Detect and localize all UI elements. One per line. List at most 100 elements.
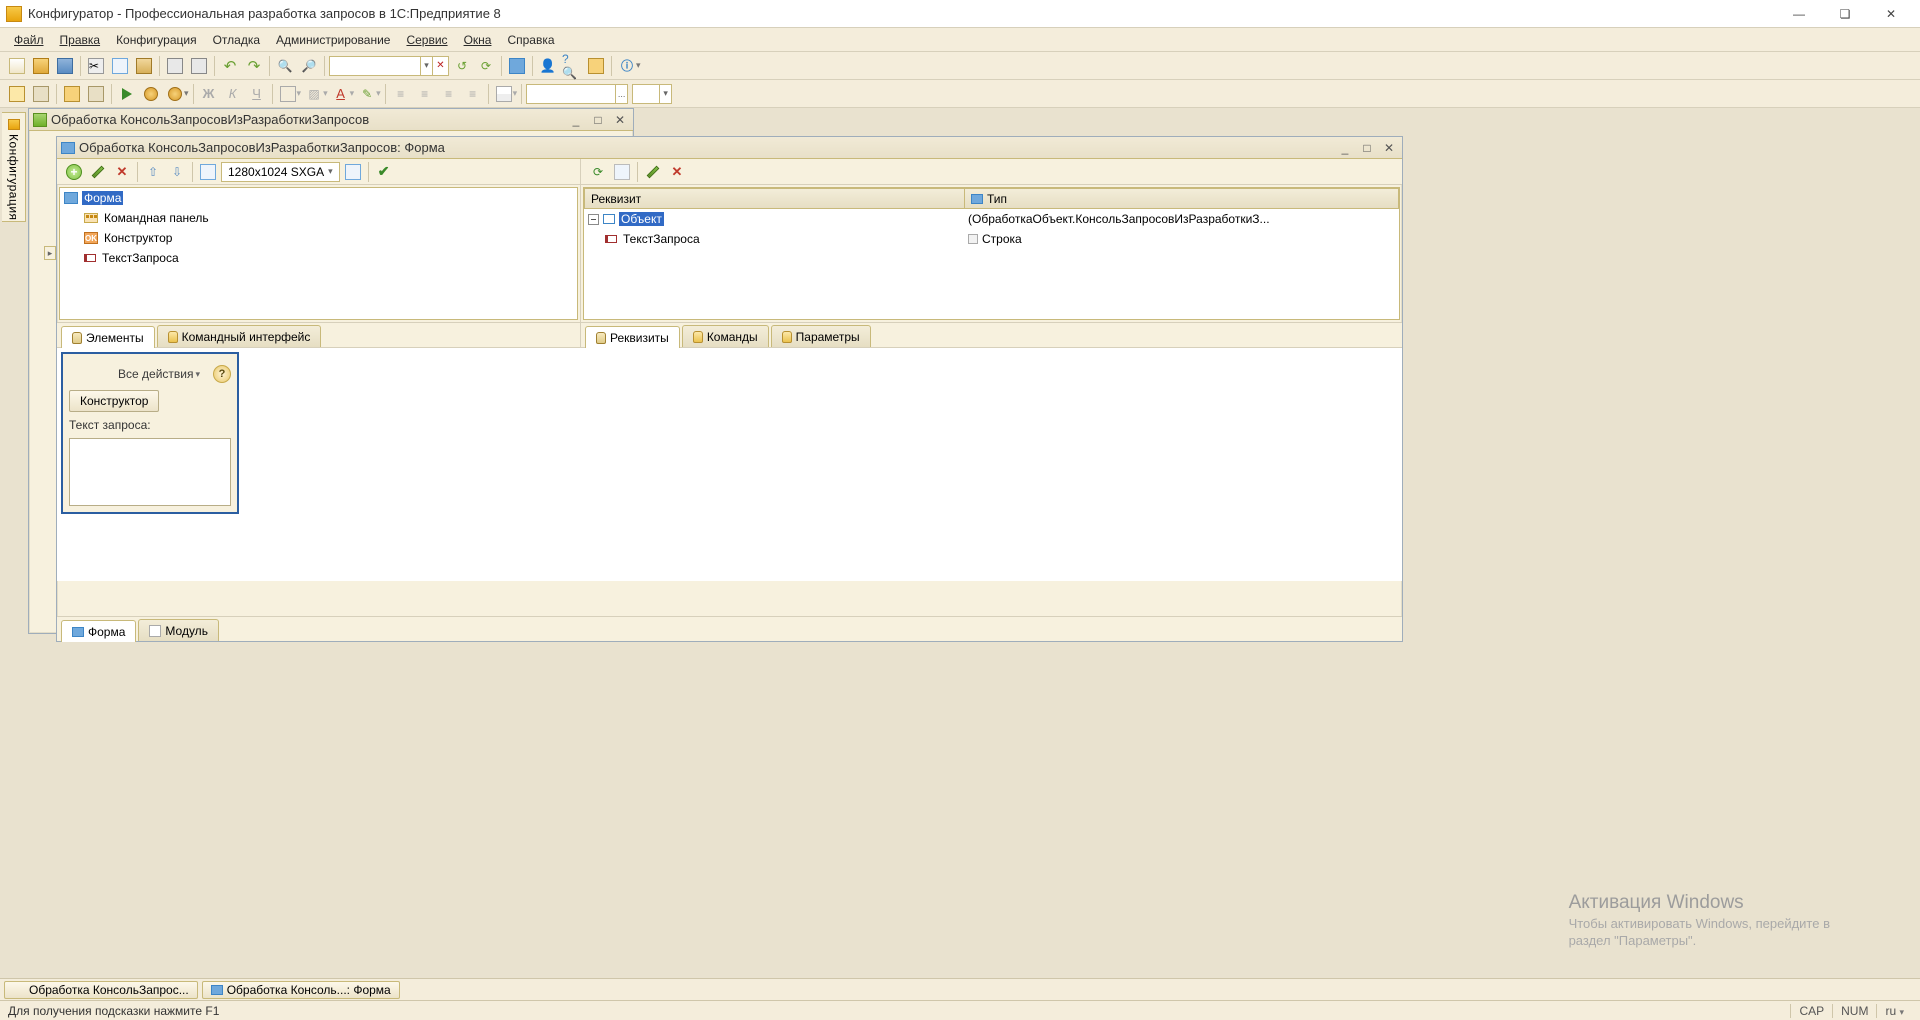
- align-left-button[interactable]: ≡: [390, 83, 412, 105]
- attr-row-textquery[interactable]: ТекстЗапроса Строка: [584, 229, 1399, 249]
- edit-attr-button[interactable]: [642, 161, 664, 183]
- collapse-icon[interactable]: [588, 214, 599, 225]
- constructor-button[interactable]: Конструктор: [69, 390, 159, 412]
- bold-button[interactable]: Ж: [198, 83, 220, 105]
- task-item-processing[interactable]: Обработка КонсольЗапрос...: [4, 981, 198, 999]
- fill-button[interactable]: ▨: [303, 83, 325, 105]
- tab-command-interface[interactable]: Командный интерфейс: [157, 325, 322, 347]
- open-button[interactable]: [30, 55, 52, 77]
- tab-requisites[interactable]: Реквизиты: [585, 326, 680, 348]
- paste-button[interactable]: [133, 55, 155, 77]
- menu-config[interactable]: Конфигурация: [110, 31, 203, 49]
- edit-element-button[interactable]: [87, 161, 109, 183]
- tab-parameters[interactable]: Параметры: [771, 325, 871, 347]
- inner-close-button[interactable]: ✕: [1380, 140, 1398, 156]
- all-actions-button[interactable]: Все действия ▾: [111, 364, 207, 384]
- menu-service[interactable]: Сервис: [400, 31, 453, 49]
- tree-node-constructor[interactable]: OK Конструктор: [60, 228, 577, 248]
- tree-node-command-panel[interactable]: Командная панель: [60, 208, 577, 228]
- add-attr-button[interactable]: ⟳: [587, 161, 609, 183]
- new-button[interactable]: [6, 55, 28, 77]
- struct2-icon[interactable]: [30, 83, 52, 105]
- panel1-icon[interactable]: [61, 83, 83, 105]
- tab-elements[interactable]: Элементы: [61, 326, 155, 348]
- tab-form[interactable]: Форма: [61, 620, 136, 642]
- attributes-table[interactable]: Реквизит Тип: [583, 187, 1400, 320]
- textquery-input[interactable]: [69, 438, 231, 506]
- table-dd-icon[interactable]: ▾: [513, 88, 518, 99]
- font-select[interactable]: [526, 84, 616, 104]
- panel-collapse-icon[interactable]: ▸: [44, 246, 56, 260]
- move-up-button[interactable]: ⇧: [142, 161, 164, 183]
- align-right-button[interactable]: ≡: [438, 83, 460, 105]
- copy-res-button[interactable]: [342, 161, 364, 183]
- fontsize-dd-icon[interactable]: ▾: [660, 84, 672, 104]
- fc-dd-icon[interactable]: ▾: [350, 88, 355, 99]
- align-center-button[interactable]: ≡: [414, 83, 436, 105]
- move-down-button[interactable]: ⇩: [166, 161, 188, 183]
- about-icon[interactable]: ⓘ: [616, 55, 638, 77]
- about-dropdown-icon[interactable]: ▾: [636, 60, 641, 71]
- fill-dd-icon[interactable]: ▾: [323, 88, 328, 99]
- elements-tree[interactable]: Форма Командная панель OK Конструктор: [59, 187, 578, 320]
- resolution-select[interactable]: 1280x1024 SXGA ▾: [221, 162, 340, 182]
- undo-button[interactable]: ↶: [219, 55, 241, 77]
- struct-icon[interactable]: [6, 83, 28, 105]
- menu-edit[interactable]: Правка: [54, 31, 107, 49]
- inner-maximize-button[interactable]: □: [1358, 140, 1376, 156]
- menu-help[interactable]: Справка: [501, 31, 560, 49]
- panel2-icon[interactable]: [85, 83, 107, 105]
- copy-button[interactable]: [109, 55, 131, 77]
- menu-debug[interactable]: Отладка: [207, 31, 266, 49]
- tree-node-textquery[interactable]: ТекстЗапроса: [60, 248, 577, 268]
- underline-button[interactable]: Ч: [246, 83, 268, 105]
- attr-row-object[interactable]: Объект (ОбработкаОбъект.КонсольЗапросовИ…: [584, 209, 1399, 229]
- status-lang[interactable]: ru ▾: [1876, 1004, 1912, 1018]
- task-item-form[interactable]: Обработка Консоль...: Форма: [202, 981, 400, 999]
- calendar-icon[interactable]: [585, 55, 607, 77]
- delete-element-button[interactable]: ✕: [111, 161, 133, 183]
- syntax-assist-icon[interactable]: 👤: [537, 55, 559, 77]
- table-button[interactable]: [493, 83, 515, 105]
- save-button[interactable]: [54, 55, 76, 77]
- print-button[interactable]: [164, 55, 186, 77]
- display-props-button[interactable]: [197, 161, 219, 183]
- italic-button[interactable]: К: [222, 83, 244, 105]
- windows-icon[interactable]: [506, 55, 528, 77]
- tab-module[interactable]: Модуль: [138, 619, 219, 641]
- border-dd-icon[interactable]: ▾: [297, 88, 302, 99]
- tree-node-form[interactable]: Форма: [60, 188, 577, 208]
- maximize-button[interactable]: ❏: [1822, 0, 1868, 28]
- menu-windows[interactable]: Окна: [458, 31, 498, 49]
- test-form-button[interactable]: ✔: [373, 161, 395, 183]
- tab-commands[interactable]: Команды: [682, 325, 769, 347]
- delete-attr-button[interactable]: ✕: [666, 161, 688, 183]
- find-button[interactable]: 🔍: [274, 55, 296, 77]
- form-preview[interactable]: Все действия ▾ ? Конструктор Текст запро…: [61, 352, 239, 514]
- add-element-button[interactable]: [63, 161, 85, 183]
- menu-file[interactable]: Файл: [8, 31, 50, 49]
- fontsize-select[interactable]: [632, 84, 660, 104]
- refresh-icon[interactable]: ↺: [451, 55, 473, 77]
- outer-close-button[interactable]: ✕: [611, 112, 629, 128]
- redo-button[interactable]: ↷: [243, 55, 265, 77]
- print-preview-button[interactable]: [188, 55, 210, 77]
- run-globe2-icon[interactable]: [164, 83, 186, 105]
- inner-window-titlebar[interactable]: Обработка КонсольЗапросовИзРазработкиЗап…: [57, 137, 1402, 159]
- run-globe1-icon[interactable]: [140, 83, 162, 105]
- side-tab-configuration[interactable]: Конфигурация: [2, 112, 26, 222]
- inner-minimize-button[interactable]: _: [1336, 140, 1354, 156]
- help-icon[interactable]: ?: [213, 365, 231, 383]
- menu-admin[interactable]: Администрирование: [270, 31, 396, 49]
- align-justify-button[interactable]: ≡: [462, 83, 484, 105]
- highlight-button[interactable]: ✎: [356, 83, 378, 105]
- help-search-icon[interactable]: ?🔍: [561, 55, 583, 77]
- font-color-button[interactable]: А: [330, 83, 352, 105]
- hl-dd-icon[interactable]: ▾: [376, 88, 381, 99]
- search-dropdown[interactable]: ▾: [421, 56, 433, 76]
- close-button[interactable]: ✕: [1868, 0, 1914, 28]
- font-dd-icon[interactable]: ...: [616, 84, 628, 104]
- outer-minimize-button[interactable]: _: [567, 112, 585, 128]
- outer-maximize-button[interactable]: □: [589, 112, 607, 128]
- run-dropdown-icon[interactable]: ▾: [184, 88, 189, 99]
